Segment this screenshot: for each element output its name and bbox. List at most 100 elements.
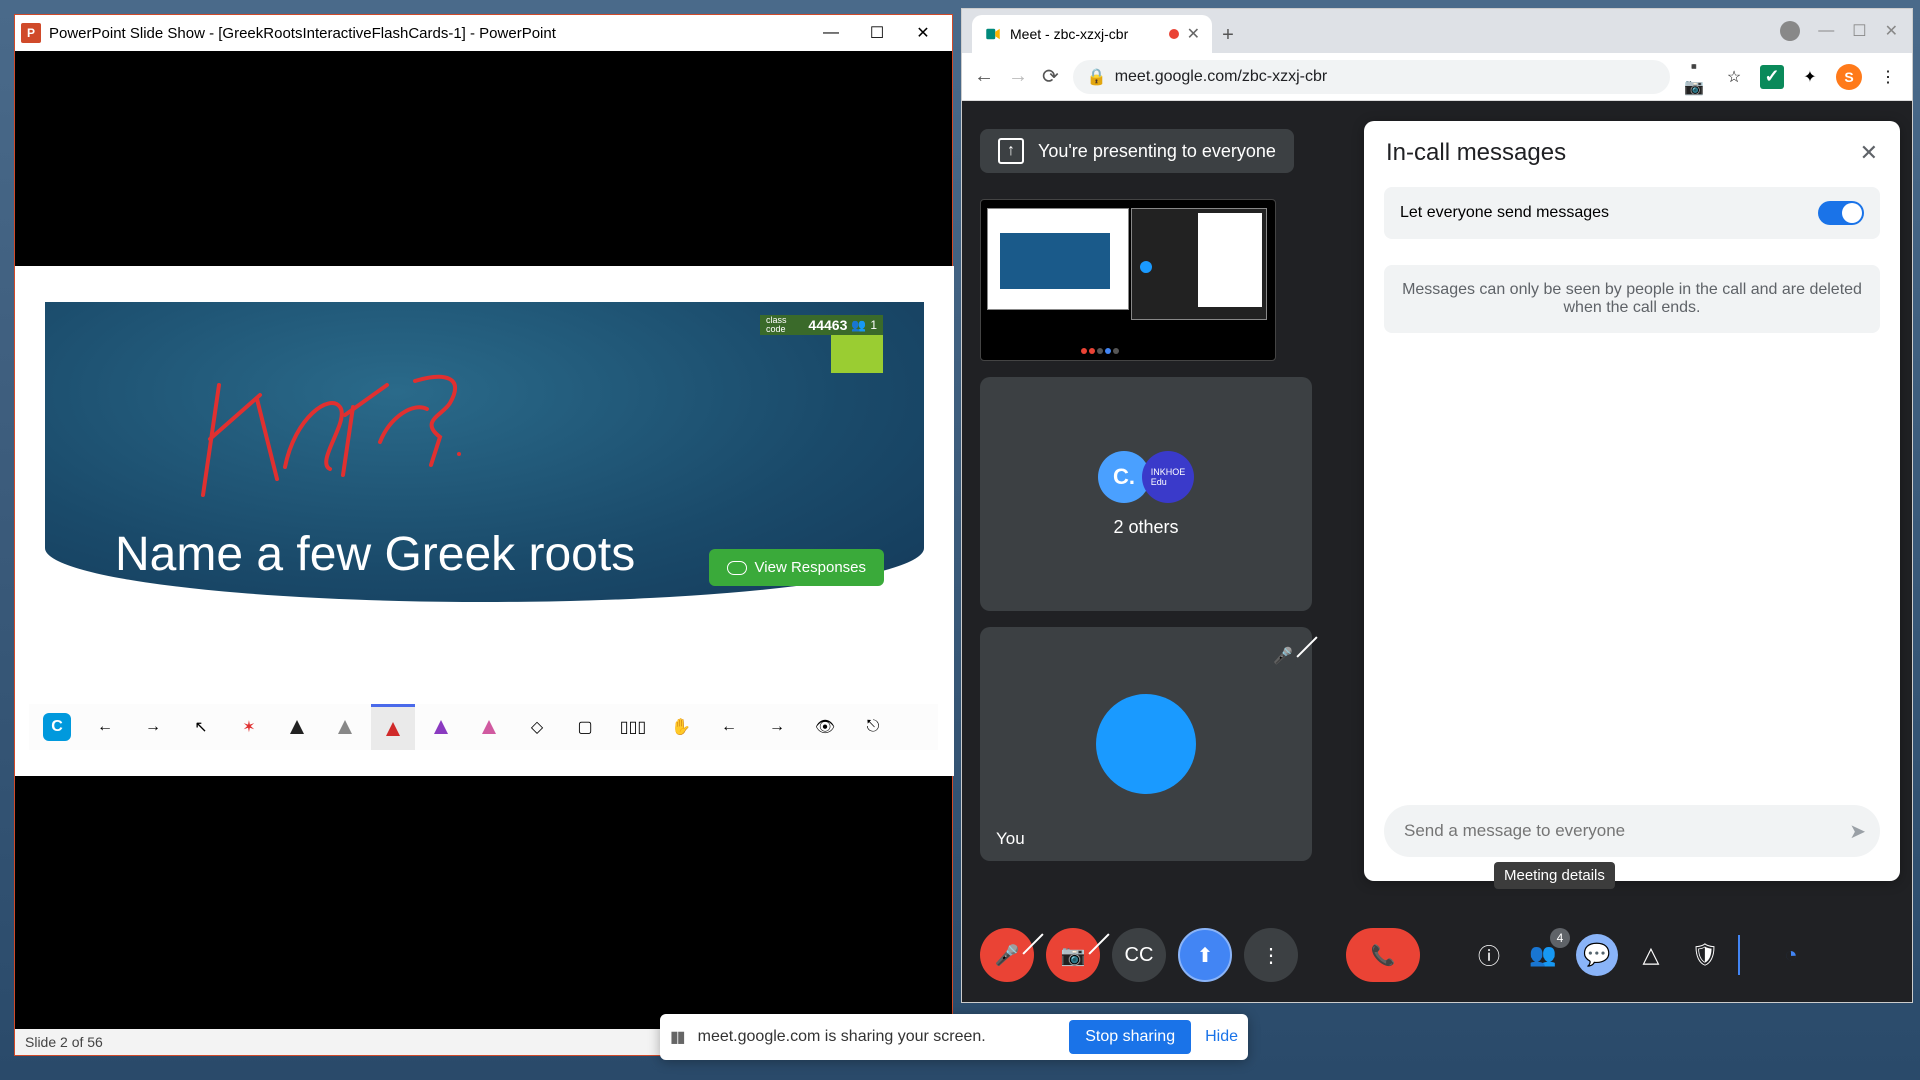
classwork-toolbar: C ← → ↖ ✶ ◇ ▢ ▯▯▯ ✋ ← → 👁 ⎋ xyxy=(29,704,938,750)
chrome-tabstrip: Meet - zbc-xzxj-cbr ✕ + — ☐ ✕ xyxy=(962,9,1912,53)
toolbar-next[interactable]: → xyxy=(755,704,799,750)
maximize-button[interactable]: ☐ xyxy=(854,15,900,51)
toolbar-eraser[interactable]: ◇ xyxy=(515,704,559,750)
forward-button: → xyxy=(1008,65,1028,88)
cloud-icon xyxy=(727,561,747,575)
clock-button[interactable]: ◔ xyxy=(1770,934,1812,976)
self-avatar xyxy=(1096,694,1196,794)
pause-icon: ▮▮ xyxy=(670,1027,684,1047)
class-code-badge: class code 44463 👥 1 xyxy=(760,315,883,335)
chat-panel: In-call messages ✕ Let everyone send mes… xyxy=(1364,121,1900,881)
stop-sharing-button[interactable]: Stop sharing xyxy=(1069,1020,1191,1054)
lock-icon: 🔒 xyxy=(1087,67,1107,87)
allow-messages-toggle[interactable] xyxy=(1818,201,1864,225)
close-button[interactable]: ✕ xyxy=(900,15,946,51)
chrome-toolbar: ← → ⟳ 🔒 meet.google.com/zbc-xzxj-cbr ▪️📷… xyxy=(962,53,1912,101)
chat-title: In-call messages xyxy=(1386,139,1566,167)
present-screen-button[interactable]: ⬆ xyxy=(1178,928,1232,982)
allow-messages-label: Let everyone send messages xyxy=(1400,204,1609,222)
new-tab-button[interactable]: + xyxy=(1212,17,1244,53)
others-tile[interactable]: C. INKHOEEdu 2 others xyxy=(980,377,1312,611)
you-label: You xyxy=(996,829,1025,849)
more-options-button[interactable]: ⋮ xyxy=(1244,928,1298,982)
others-count-label: 2 others xyxy=(1113,517,1178,538)
mic-toggle-button[interactable]: 🎤 xyxy=(980,928,1034,982)
camera-toggle-button[interactable]: 📷 xyxy=(1046,928,1100,982)
toolbar-prev[interactable]: ← xyxy=(707,704,751,750)
activities-button[interactable]: △ xyxy=(1630,934,1672,976)
captions-button[interactable]: CC xyxy=(1112,928,1166,982)
send-icon[interactable]: ➤ xyxy=(1849,819,1866,844)
hide-share-bar-button[interactable]: Hide xyxy=(1205,1028,1238,1046)
search-tabs-button[interactable] xyxy=(1780,21,1800,41)
slide-counter: Slide 2 of 56 xyxy=(25,1034,103,1050)
toolbar-screen[interactable]: ▢ xyxy=(563,704,607,750)
cursor-dot xyxy=(457,452,461,456)
chat-message-input[interactable] xyxy=(1404,821,1839,841)
toolbar-pen-black[interactable] xyxy=(275,704,319,750)
toolbar-back[interactable]: ← xyxy=(83,704,127,750)
address-bar[interactable]: 🔒 meet.google.com/zbc-xzxj-cbr xyxy=(1073,60,1670,94)
powerpoint-app-icon: P xyxy=(21,23,41,43)
host-controls-button[interactable]: 🛡 xyxy=(1684,934,1726,976)
tab-close-button[interactable]: ✕ xyxy=(1187,24,1200,44)
classwork-logo[interactable]: C xyxy=(35,704,79,750)
powerpoint-title: PowerPoint Slide Show - [GreekRootsInter… xyxy=(49,25,800,42)
toolbar-pen-outline[interactable] xyxy=(323,704,367,750)
powerpoint-window: P PowerPoint Slide Show - [GreekRootsInt… xyxy=(14,14,953,1056)
meet-control-bar: 🎤 📷 CC ⬆ ⋮ 📞 ⓘ 👥4 💬 △ 🛡 ◔ xyxy=(962,908,1912,1002)
meet-favicon-icon xyxy=(984,25,1002,43)
minimize-button[interactable]: — xyxy=(808,15,854,51)
camera-icon[interactable]: ▪️📷 xyxy=(1684,65,1708,89)
person-icon: 👥 xyxy=(851,318,866,332)
slide-prompt: Name a few Greek roots xyxy=(115,527,635,582)
toolbar-pen-red[interactable] xyxy=(371,704,415,750)
recording-indicator-icon xyxy=(1169,29,1179,39)
toolbar-laser[interactable]: ✶ xyxy=(227,704,271,750)
toolbar-forward[interactable]: → xyxy=(131,704,175,750)
reload-button[interactable]: ⟳ xyxy=(1042,64,1059,89)
profile-avatar[interactable]: S xyxy=(1836,64,1862,90)
powerpoint-slide-area: class code 44463 👥 1 Name a f xyxy=(15,51,952,1055)
presentation-thumbnail[interactable] xyxy=(980,199,1276,361)
slide-content: class code 44463 👥 1 Name a f xyxy=(45,302,924,602)
toolbar-hand[interactable]: ✋ xyxy=(659,704,703,750)
chrome-close[interactable]: ✕ xyxy=(1885,21,1898,41)
participant-avatar-inkhoe: INKHOEEdu xyxy=(1142,451,1194,503)
url-text: meet.google.com/zbc-xzxj-cbr xyxy=(1115,68,1328,86)
self-muted-icon: 🎤 xyxy=(1268,641,1298,671)
screen-share-bar: ▮▮ meet.google.com is sharing your scree… xyxy=(660,1014,1248,1060)
chat-input-row: ➤ xyxy=(1384,805,1880,857)
chrome-tab[interactable]: Meet - zbc-xzxj-cbr ✕ xyxy=(972,15,1212,53)
people-button[interactable]: 👥4 xyxy=(1522,934,1564,976)
toolbar-pen-pink[interactable] xyxy=(467,704,511,750)
toolbar-poll[interactable]: ▯▯▯ xyxy=(611,704,655,750)
view-responses-button[interactable]: View Responses xyxy=(709,549,884,586)
extension-green-icon[interactable]: ✓ xyxy=(1760,65,1784,89)
chrome-menu-button[interactable]: ⋮ xyxy=(1876,65,1900,89)
chrome-window: Meet - zbc-xzxj-cbr ✕ + — ☐ ✕ ← → ⟳ 🔒 me… xyxy=(961,8,1913,1003)
toolbar-pointer[interactable]: ↖ xyxy=(179,704,223,750)
powerpoint-titlebar[interactable]: P PowerPoint Slide Show - [GreekRootsInt… xyxy=(15,15,952,51)
chrome-minimize[interactable]: — xyxy=(1818,22,1834,40)
bookmark-star-icon[interactable]: ☆ xyxy=(1722,65,1746,89)
people-count-badge: 4 xyxy=(1550,928,1570,948)
you-tile[interactable]: 🎤 You xyxy=(980,627,1312,861)
chat-info-text: Messages can only be seen by people in t… xyxy=(1384,265,1880,333)
chrome-maximize[interactable]: ☐ xyxy=(1852,21,1866,41)
meet-main: You're presenting to everyone xyxy=(962,101,1912,1002)
toolbar-exit[interactable]: ⎋ xyxy=(851,704,895,750)
chat-close-button[interactable]: ✕ xyxy=(1860,140,1878,166)
share-bar-text: meet.google.com is sharing your screen. xyxy=(698,1028,1056,1046)
toolbar-pen-purple[interactable] xyxy=(419,704,463,750)
ink-annotation-notes xyxy=(165,367,505,527)
chat-button[interactable]: 💬 xyxy=(1576,934,1618,976)
green-tab[interactable] xyxy=(831,335,883,373)
toolbar-hide[interactable]: 👁 xyxy=(803,704,847,750)
leave-call-button[interactable]: 📞 xyxy=(1346,928,1420,982)
tab-title: Meet - zbc-xzxj-cbr xyxy=(1010,26,1128,42)
meeting-details-button[interactable]: ⓘ xyxy=(1468,934,1510,976)
extensions-puzzle-icon[interactable]: ✦ xyxy=(1798,65,1822,89)
presenting-banner: You're presenting to everyone xyxy=(980,129,1294,173)
back-button[interactable]: ← xyxy=(974,65,994,88)
